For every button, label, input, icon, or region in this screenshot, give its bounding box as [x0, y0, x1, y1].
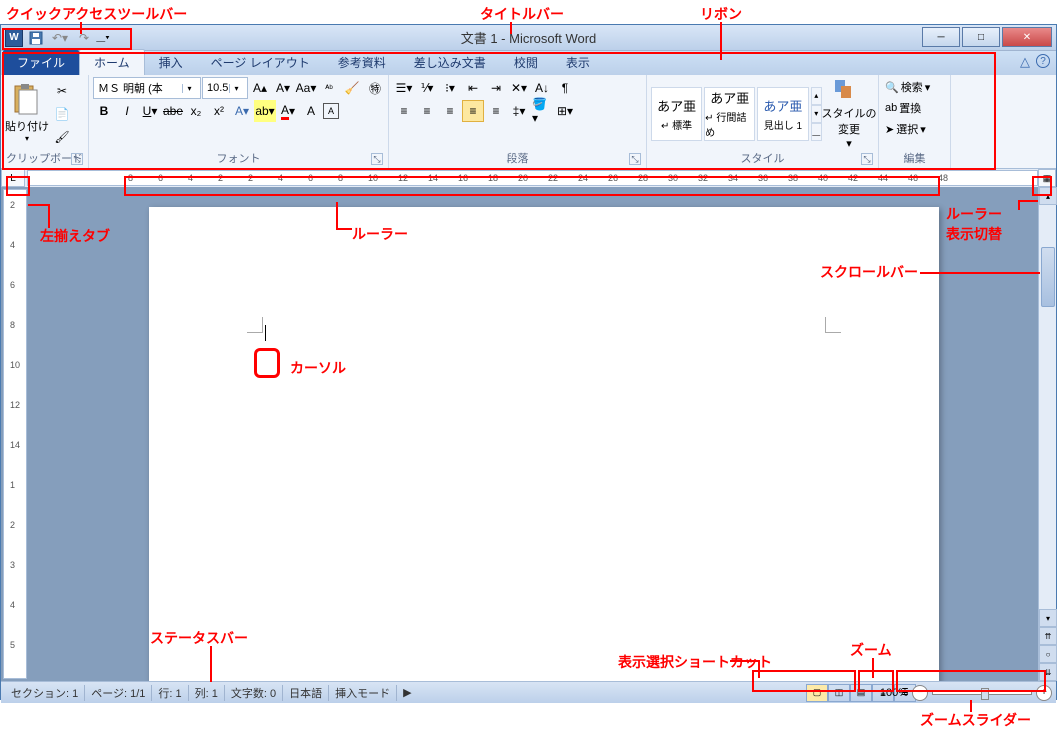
redbox-tabselector	[6, 176, 30, 196]
margin-mark-tr	[825, 317, 841, 333]
redbox-cursor	[254, 348, 280, 378]
annotation-titlebar: タイトルバー	[480, 4, 564, 24]
redbox-viewbtns	[752, 670, 856, 692]
redbox-ribbon	[2, 52, 996, 170]
vertical-ruler[interactable]: 246810121412345	[3, 189, 27, 679]
redbox-zoom	[858, 670, 894, 692]
margin-mark-tl	[247, 317, 263, 333]
anno-line	[48, 204, 50, 228]
redbox-qat	[2, 28, 132, 50]
minimize-button[interactable]: ─	[922, 27, 960, 47]
annotation-view-shortcut: 表示選択ショートカット	[618, 652, 772, 672]
scroll-thumb[interactable]	[1041, 247, 1055, 307]
status-line[interactable]: 行: 1	[152, 685, 188, 701]
annotation-cursor: カーソル	[290, 358, 346, 378]
annotation-scrollbar: スクロールバー	[820, 262, 918, 282]
annotation-ruler-toggle: ルーラー 表示切替	[946, 204, 1002, 244]
redbox-ruler	[124, 176, 940, 196]
status-col[interactable]: 列: 1	[189, 685, 225, 701]
annotation-statusbar: ステータスバー	[150, 628, 248, 648]
anno-line	[28, 204, 50, 206]
annotation-ruler: ルーラー	[352, 224, 408, 244]
annotation-qat: クイックアクセスツールバー	[6, 4, 187, 24]
help-icon[interactable]: ?	[1036, 54, 1050, 68]
vertical-scrollbar[interactable]: ▴ ▾ ⇈ ○ ⇊	[1038, 187, 1056, 681]
status-mode[interactable]: 挿入モード	[329, 685, 397, 701]
maximize-button[interactable]: □	[962, 27, 1000, 47]
status-lang[interactable]: 日本語	[283, 685, 329, 701]
annotation-ribbon: リボン	[700, 4, 742, 24]
anno-line	[336, 228, 352, 230]
titlebar[interactable]: W ↶▾ ↷ ⎽▾ 文書 1 - Microsoft Word ─ □ ✕	[1, 25, 1056, 51]
annotation-zoom: ズーム	[850, 640, 892, 660]
anno-line	[920, 272, 1040, 274]
minimize-ribbon-icon[interactable]: △	[1020, 54, 1030, 70]
status-section[interactable]: セクション: 1	[5, 685, 85, 701]
scroll-down-arrow[interactable]: ▾	[1039, 609, 1057, 627]
status-chars[interactable]: 文字数: 0	[225, 685, 283, 701]
redbox-rulertoggle	[1032, 176, 1052, 196]
annotation-tab-selector: 左揃えタブ	[40, 226, 110, 246]
redbox-zoomslider	[896, 670, 1046, 692]
anno-line	[1018, 200, 1020, 210]
window-title: 文書 1 - Microsoft Word	[461, 28, 597, 47]
prev-page-button[interactable]: ⇈	[1039, 627, 1057, 645]
status-page[interactable]: ページ: 1/1	[85, 685, 152, 701]
anno-line	[210, 646, 212, 682]
anno-line	[1020, 200, 1038, 202]
close-button[interactable]: ✕	[1002, 27, 1052, 47]
annotation-zoom-slider: ズームスライダー	[920, 710, 1031, 730]
anno-line	[336, 202, 338, 230]
macro-icon[interactable]: ▶	[397, 686, 417, 699]
text-cursor	[265, 325, 266, 341]
browse-object-button[interactable]: ○	[1039, 645, 1057, 663]
